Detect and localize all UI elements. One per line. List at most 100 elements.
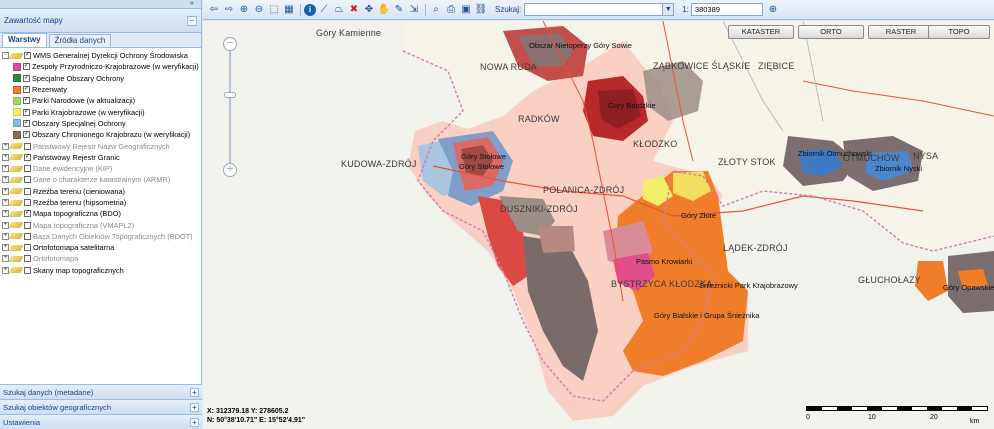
zoom-out-icon[interactable]: − xyxy=(223,37,237,51)
layer-checkbox[interactable] xyxy=(24,187,31,195)
layer-group-icon xyxy=(8,188,24,195)
layer-row[interactable]: + ✓ Państwowy Rejestr Granic xyxy=(2,152,199,163)
full-extent-icon[interactable]: ▦ xyxy=(282,3,296,17)
layer-checkbox[interactable]: ✓ xyxy=(23,119,30,127)
topo-button[interactable]: TOPO xyxy=(928,25,990,39)
expand-icon[interactable]: + xyxy=(190,417,199,427)
orto-button[interactable]: ORTO xyxy=(798,25,864,39)
map-label: ZĄBKOWICE ŚLĄSKIE xyxy=(653,61,751,71)
draw-icon[interactable]: ✎ xyxy=(392,3,406,17)
kataster-button[interactable]: KATASTER xyxy=(728,25,794,39)
layer-row[interactable]: - ✓ WMS Generalnej Dyrekcji Ochrony Środow… xyxy=(2,50,199,61)
layer-checkbox[interactable]: ✓ xyxy=(23,74,30,82)
layer-group-icon xyxy=(8,154,24,161)
layer-checkbox[interactable] xyxy=(24,165,31,173)
zoom-to-scale-icon[interactable]: ⊕ xyxy=(766,3,780,17)
info-icon[interactable]: i xyxy=(304,3,316,16)
accordion-metadata-search[interactable]: Szukaj danych (metadane) + xyxy=(0,384,202,399)
measure-line-icon[interactable]: ⟋ xyxy=(317,3,331,17)
print-icon[interactable]: ⎙ xyxy=(444,3,458,17)
map-label: GŁUCHOŁAZY xyxy=(858,275,922,285)
layer-checkbox[interactable] xyxy=(24,199,31,206)
zoom-out-icon[interactable]: ⊖ xyxy=(252,3,266,17)
legend-swatch xyxy=(13,108,21,117)
zoom-handle[interactable] xyxy=(224,92,236,98)
scale-label-20: 20 xyxy=(930,414,938,421)
raster-button[interactable]: RASTER xyxy=(868,25,934,39)
collapse-section-icon[interactable]: – xyxy=(187,15,197,26)
tab-warstwy[interactable]: Warstwy xyxy=(2,33,47,47)
layer-row[interactable]: + Baza Danych Obiektów Topograficznych (B… xyxy=(2,231,199,242)
layer-group-icon xyxy=(8,199,24,206)
layer-group-icon xyxy=(8,267,24,274)
export-icon[interactable]: ⇲ xyxy=(407,3,421,17)
arrow-right-icon[interactable]: ⇨ xyxy=(222,3,236,17)
accordion-geo-objects-search[interactable]: Szukaj obiektów geograficznych + xyxy=(0,399,202,414)
link-icon[interactable]: ⛓ xyxy=(474,3,488,17)
layer-checkbox[interactable]: ✓ xyxy=(23,86,30,94)
layer-checkbox[interactable] xyxy=(24,266,31,274)
map-area-label: Góry Bialskie i Grupa Śnieżnika xyxy=(654,311,760,320)
zoom-in-icon[interactable]: ⊕ xyxy=(237,3,251,17)
zoom-in-icon[interactable]: + xyxy=(223,163,237,177)
legend-swatch xyxy=(13,130,21,139)
layer-checkbox[interactable] xyxy=(24,244,31,252)
map-contents-title: Zawartość mapy xyxy=(4,16,63,25)
layer-row[interactable]: + ✓ Mapa topograficzna (BDO) xyxy=(2,208,199,219)
layer-checkbox[interactable] xyxy=(24,176,31,184)
layer-label: Dane ewidencyjne (KIP) xyxy=(33,164,113,174)
layer-row[interactable]: + Dane o charakterze katastralnym (ARMR) xyxy=(2,174,199,185)
layer-checkbox[interactable]: ✓ xyxy=(24,210,31,218)
layer-row[interactable]: + Rzeźba terenu (hipsometria) xyxy=(2,197,199,208)
tab-zrodla-danych[interactable]: Źródła danych xyxy=(48,34,112,47)
scale-input[interactable]: 380389 xyxy=(690,3,763,16)
layer-row[interactable]: + Mapa topograficzna (VMAPL2) xyxy=(2,219,199,230)
layer-row[interactable]: ✓ Zespoły Przyrodniczo-Krajobrazowe (w we… xyxy=(2,61,199,72)
layer-checkbox[interactable]: ✓ xyxy=(24,153,31,161)
layer-group-icon xyxy=(8,165,24,172)
arrow-left-icon[interactable]: ⇦ xyxy=(207,3,221,17)
zoom-slider[interactable]: − + xyxy=(223,37,237,177)
layer-row[interactable]: ✓ Specjalne Obszary Ochrony xyxy=(2,73,199,84)
accordion-settings[interactable]: Ustawienia + xyxy=(0,414,202,429)
layer-row[interactable]: + Rzeźba terenu (cieniowana) xyxy=(2,186,199,197)
layer-row[interactable]: + Ortofotomapa satelitarna xyxy=(2,242,199,253)
chevron-down-icon[interactable]: ▼ xyxy=(662,4,674,15)
layer-checkbox[interactable] xyxy=(24,255,31,263)
legend-swatch xyxy=(13,62,21,71)
layer-row[interactable]: + Ortofotomapa xyxy=(2,253,199,264)
layer-group-icon xyxy=(8,143,24,150)
layer-row[interactable]: + Skany map topograficznych xyxy=(2,265,199,276)
coordinates-readout: X: 312379.18 Y: 278605.2 N: 50°38'10.71"… xyxy=(207,407,305,425)
zoom-track[interactable] xyxy=(229,51,231,163)
layer-checkbox[interactable]: ✓ xyxy=(23,131,30,139)
expand-icon[interactable]: + xyxy=(190,387,199,397)
layer-row[interactable]: ✓ Parki Krajobrazowe (w weryfikacji) xyxy=(2,106,199,117)
search-label: Szukaj: xyxy=(495,5,522,14)
layer-row[interactable]: ✓ Obszary Specjalnej Ochrony xyxy=(2,118,199,129)
layer-row[interactable]: + Dane ewidencyjne (KIP) xyxy=(2,163,199,174)
search-map-icon[interactable]: ⌕ xyxy=(429,3,443,17)
layer-checkbox[interactable]: ✓ xyxy=(24,52,31,60)
layer-checkbox[interactable] xyxy=(24,232,31,240)
save-icon[interactable]: ▣ xyxy=(459,3,473,17)
measure-area-icon[interactable]: ⏢ xyxy=(332,3,346,17)
layer-row[interactable]: + Państwowy Rejestr Nazw Geograficznych xyxy=(2,140,199,151)
pan-icon[interactable]: ✥ xyxy=(362,3,376,17)
collapse-panel-icon[interactable]: « xyxy=(187,0,197,9)
legend-swatch xyxy=(13,119,21,128)
search-input[interactable]: ▼ xyxy=(524,3,675,16)
clear-icon[interactable]: ✖ xyxy=(347,3,361,17)
layer-checkbox[interactable] xyxy=(24,142,31,150)
layer-checkbox[interactable]: ✓ xyxy=(23,97,30,105)
zoom-box-icon[interactable]: ⬚ xyxy=(267,3,281,17)
layer-row[interactable]: ✓ Parki Narodowe (w aktualizacji) xyxy=(2,95,199,106)
layer-checkbox[interactable]: ✓ xyxy=(23,63,30,71)
layer-checkbox[interactable]: ✓ xyxy=(23,108,30,116)
layer-row[interactable]: ✓ Obszary Chronionego Krajobrazu (w weryf… xyxy=(2,129,199,140)
hand-icon[interactable]: ✋ xyxy=(377,3,391,17)
layer-checkbox[interactable] xyxy=(24,221,31,229)
layer-row[interactable]: ✓ Rezerwaty xyxy=(2,84,199,95)
expand-icon[interactable]: + xyxy=(190,402,199,412)
map-canvas[interactable]: Góry Kamienne NOWA RUDA ZĄBKOWICE ŚLĄSKI… xyxy=(203,21,994,429)
